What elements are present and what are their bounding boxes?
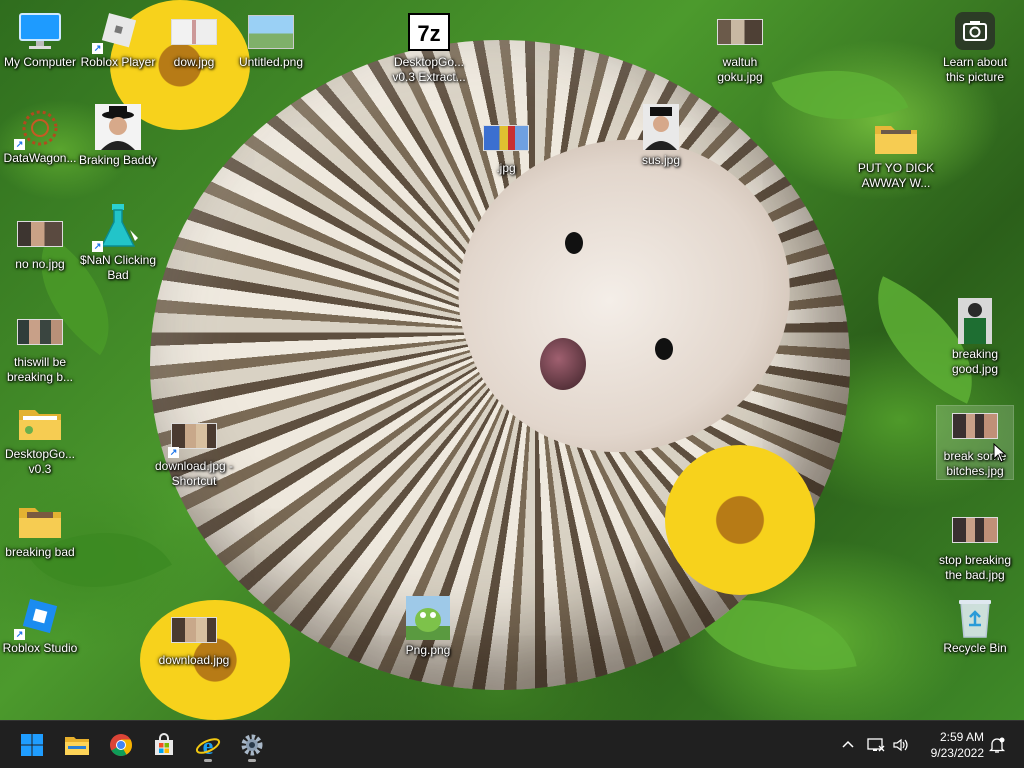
- tray-network-button[interactable]: [867, 721, 885, 769]
- notification-center-button[interactable]: [988, 721, 1006, 769]
- taskbar-chrome[interactable]: [103, 727, 139, 763]
- store-icon: [155, 733, 173, 755]
- desktop-icon-roblox-studio[interactable]: ↗ Roblox Studio: [0, 598, 80, 656]
- desktop-icon-thiswill-be-breaking[interactable]: thiswill be breaking b...: [0, 312, 80, 385]
- desktop-icon-download-jpg[interactable]: download.jpg: [154, 610, 234, 668]
- shortcut-arrow-icon: ↗: [168, 447, 179, 458]
- image-thumbnail-icon: [170, 610, 218, 650]
- shortcut-arrow-icon: ↗: [14, 629, 25, 640]
- windows-start-icon: [21, 734, 43, 756]
- roblox-icon: ↗: [92, 12, 142, 54]
- image-thumbnail-icon: ↗: [168, 416, 218, 458]
- taskbar-clock[interactable]: 2:59 AM 9/23/2022: [914, 729, 984, 761]
- image-thumbnail-icon: [94, 104, 142, 150]
- folder-icon: [16, 404, 64, 444]
- image-thumbnail-icon: [170, 12, 218, 52]
- yellow-flower: [665, 445, 815, 595]
- roblox-studio-icon: ↗: [14, 598, 64, 640]
- network-icon: [867, 738, 885, 752]
- image-thumbnail-icon: [637, 104, 685, 150]
- image-thumbnail-icon: [951, 406, 999, 446]
- taskbar: e 2:59 AM 9/23/2022: [0, 720, 1024, 768]
- mouse-cursor: [993, 443, 1007, 463]
- desktop-icon-breaking-good-jpg[interactable]: breaking good.jpg: [935, 298, 1015, 377]
- image-thumbnail-icon: [482, 118, 530, 158]
- desktop-icon-jpg[interactable]: .jpg: [466, 118, 546, 176]
- desktop-icon-braking-baddy[interactable]: Braking Baddy: [78, 104, 158, 168]
- desktop-icon-desktopgoose-extract[interactable]: 7z DesktopGo... v0.3 Extract...: [389, 12, 469, 85]
- image-thumbnail-icon: [951, 298, 999, 344]
- shortcut-arrow-icon: ↗: [92, 43, 103, 54]
- desktop-icon-recycle-bin[interactable]: Recycle Bin: [935, 598, 1015, 656]
- svg-text:e: e: [203, 734, 214, 757]
- desktop-icon-waltuh-goku-jpg[interactable]: waltuh goku.jpg: [700, 12, 780, 85]
- desktop-icon-sus-jpg[interactable]: sus.jpg: [621, 104, 701, 168]
- svg-text:7z: 7z: [417, 21, 440, 46]
- running-indicator: [204, 759, 212, 762]
- folder-icon: [65, 737, 89, 755]
- recycle-bin-icon: [951, 598, 999, 638]
- desktop-icon-dow-jpg[interactable]: dow.jpg: [154, 12, 234, 70]
- notification-bell-icon: [988, 737, 1006, 753]
- taskbar-internet-explorer[interactable]: e: [190, 727, 226, 763]
- image-thumbnail-icon: [951, 510, 999, 550]
- image-thumbnail-icon: [716, 12, 764, 52]
- desktop-icon-learn-about-picture[interactable]: Learn about this picture: [935, 12, 1015, 85]
- hedgehog-nose: [540, 338, 586, 390]
- hedgehog-eye: [655, 338, 673, 360]
- image-thumbnail-icon: [16, 312, 64, 352]
- desktop-icon-nan-clicking-bad[interactable]: ↗ $NaN Clicking Bad: [78, 202, 158, 283]
- taskbar-file-explorer[interactable]: [59, 727, 95, 763]
- tray-overflow-button[interactable]: [840, 721, 856, 769]
- desktop-icon-png-png[interactable]: Png.png: [388, 596, 468, 658]
- desktop-icon-desktopgoose-folder[interactable]: DesktopGo... v0.3: [0, 404, 80, 477]
- desktop-icon-my-computer[interactable]: My Computer: [0, 12, 80, 70]
- chevron-up-icon: [842, 740, 854, 748]
- tray-volume-button[interactable]: [892, 721, 910, 769]
- desktop-icon-download-jpg-shortcut[interactable]: ↗ download.jpg - Shortcut: [154, 416, 234, 489]
- taskbar-start-button[interactable]: [14, 727, 50, 763]
- taskbar-microsoft-store[interactable]: [146, 727, 182, 763]
- shortcut-arrow-icon: ↗: [92, 241, 103, 252]
- desktop-icon-roblox-player[interactable]: ↗ Roblox Player: [78, 12, 158, 70]
- image-thumbnail-icon: [247, 12, 295, 52]
- gear-icon: [241, 734, 263, 756]
- chrome-icon: [110, 734, 132, 756]
- 7zip-icon: 7z: [405, 12, 453, 52]
- desktop-icon-datawagon[interactable]: ↗ DataWagon...: [0, 108, 80, 166]
- desktop-icon-untitled-png[interactable]: Untitled.png: [231, 12, 311, 70]
- taskbar-settings[interactable]: [234, 727, 270, 763]
- desktop-icon-breaking-bad-folder[interactable]: breaking bad: [0, 502, 80, 560]
- desktop-icon-stop-breaking-jpg[interactable]: stop breaking the bad.jpg: [935, 510, 1015, 583]
- ie-icon: e: [195, 734, 221, 757]
- datawagon-icon: ↗: [14, 108, 64, 150]
- shortcut-arrow-icon: ↗: [14, 139, 25, 150]
- running-indicator: [248, 759, 256, 762]
- desktop-icon-no-no-jpg[interactable]: no no.jpg: [0, 214, 80, 272]
- image-thumbnail-icon: [404, 596, 452, 640]
- desktop-icon-put-yo-folder[interactable]: PUT YO DICK AWWAY W...: [856, 118, 936, 191]
- image-thumbnail-icon: [16, 214, 64, 254]
- hedgehog-eye: [565, 232, 583, 254]
- folder-icon: [16, 502, 64, 542]
- camera-icon: [951, 12, 999, 52]
- flask-icon: ↗: [92, 202, 142, 252]
- speaker-icon: [893, 738, 908, 752]
- clock-date: 9/23/2022: [930, 746, 984, 760]
- clock-time: 2:59 AM: [939, 730, 984, 744]
- folder-icon: [872, 118, 920, 158]
- monitor-icon: [16, 12, 64, 52]
